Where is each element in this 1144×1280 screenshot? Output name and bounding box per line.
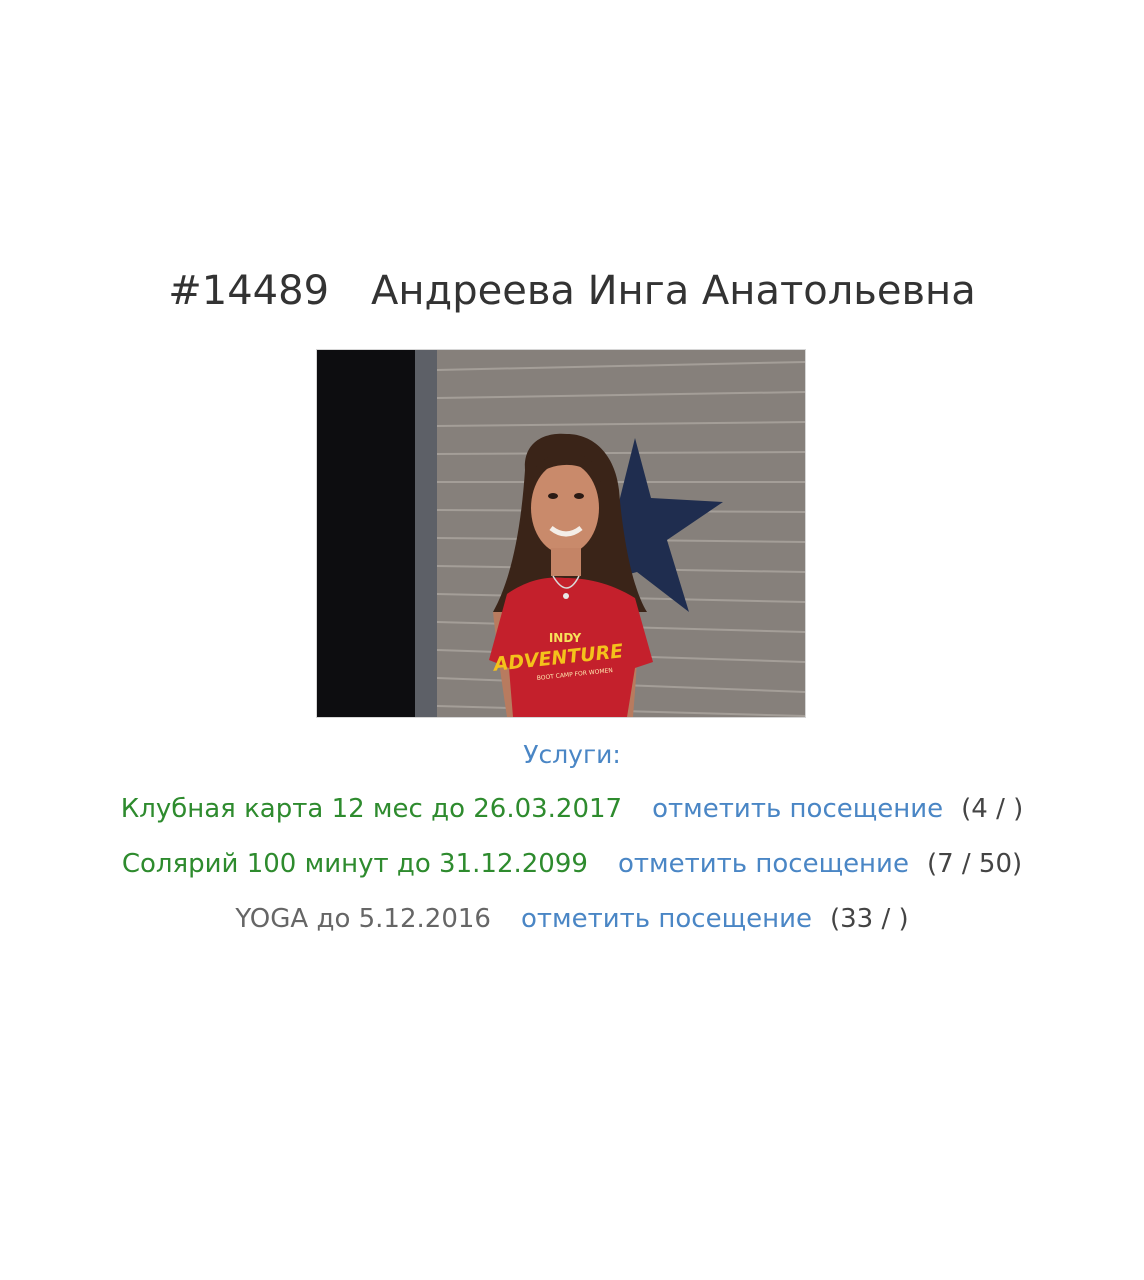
client-card: #14489 Андреева Инга Анатольевна INDY AD… [0,0,1144,1280]
client-id: #14489 [168,268,330,314]
client-name: Андреева Инга Анатольевна [371,268,976,314]
client-photo: INDY ADVENTURE BOOT CAMP FOR WOMEN [316,349,806,718]
service-row-yoga: YOGA до 5.12.2016 отметить посещение (33 /… [0,904,1144,934]
service-name: YOGA до 5.12.2016 [235,904,491,934]
shirt-print-line1: INDY [549,631,582,645]
service-row-solarium: Солярий 100 минут до 31.12.2099 отметить … [0,849,1144,879]
service-row-club-card: Клубная карта 12 мес до 26.03.2017 отмети… [0,794,1144,824]
visit-count: (7 / 50) [926,849,1023,879]
mark-visit-link[interactable]: отметить посещение [652,794,943,824]
services-label: Услуги: [523,740,621,769]
service-name: Клубная карта 12 мес до 26.03.2017 [120,794,623,824]
visit-count: (4 / ) [961,794,1024,824]
visit-count: (33 / ) [829,904,909,934]
mark-visit-link[interactable]: отметить посещение [521,904,812,934]
service-name: Солярий 100 минут до 31.12.2099 [121,849,588,879]
client-heading: #14489 Андреева Инга Анатольевна [0,268,1144,314]
mark-visit-link[interactable]: отметить посещение [618,849,909,879]
